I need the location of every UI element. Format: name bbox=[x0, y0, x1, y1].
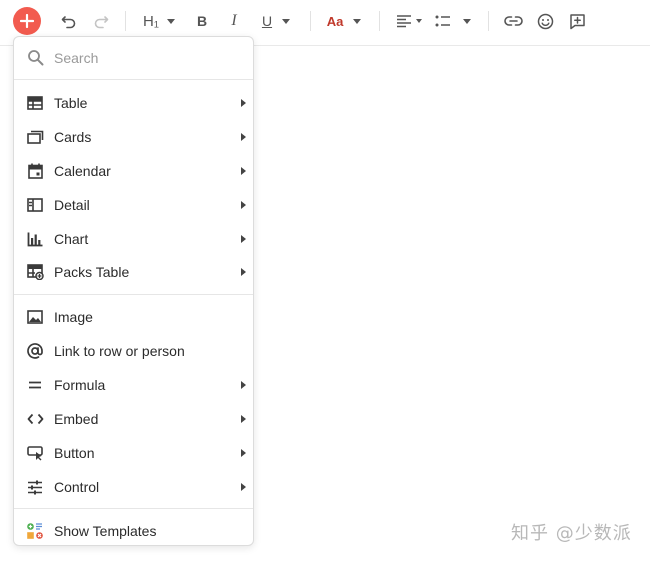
menu-item-label: Show Templates bbox=[54, 523, 157, 539]
menu-item-label: Calendar bbox=[54, 163, 111, 179]
menu-item-detail[interactable]: Detail bbox=[14, 188, 253, 222]
menu-item-label: Control bbox=[54, 479, 100, 495]
text-style-label: Aa bbox=[326, 13, 344, 29]
menu-item-label: Detail bbox=[54, 197, 90, 213]
embed-icon bbox=[26, 410, 44, 428]
menu-item-chart[interactable]: Chart bbox=[14, 222, 253, 256]
list-dropdown[interactable] bbox=[433, 8, 473, 34]
chevron-right-icon bbox=[241, 167, 246, 175]
plus-icon bbox=[20, 14, 34, 28]
menu-item-label: Embed bbox=[54, 411, 99, 427]
templates-icon bbox=[26, 522, 44, 540]
menu-item-label: Chart bbox=[54, 231, 89, 247]
chevron-right-icon bbox=[241, 268, 246, 276]
toolbar-divider bbox=[310, 11, 311, 31]
toolbar-divider bbox=[125, 11, 126, 31]
chevron-down-icon bbox=[166, 18, 175, 24]
chevron-right-icon bbox=[241, 201, 246, 209]
menu-item-table[interactable]: Table bbox=[14, 86, 253, 120]
link-button[interactable] bbox=[502, 8, 524, 34]
heading-dropdown[interactable]: H₁ bbox=[138, 8, 180, 34]
redo-icon bbox=[94, 16, 109, 29]
insert-menu: Table Cards Calendar Detail Chart Packs bbox=[13, 36, 254, 546]
italic-label: I bbox=[231, 12, 237, 29]
toolbar-divider bbox=[488, 11, 489, 31]
at-icon bbox=[26, 342, 44, 360]
menu-divider bbox=[14, 508, 253, 509]
align-left-icon bbox=[397, 15, 411, 28]
chevron-right-icon bbox=[241, 415, 246, 423]
undo-icon bbox=[61, 16, 76, 29]
chevron-right-icon bbox=[241, 483, 246, 491]
packs-table-icon bbox=[26, 263, 44, 281]
table-icon bbox=[26, 94, 44, 112]
underline-label: U bbox=[261, 13, 273, 29]
chevron-down-icon bbox=[353, 18, 362, 24]
underline-dropdown[interactable]: U bbox=[255, 8, 297, 34]
toolbar-divider bbox=[379, 11, 380, 31]
menu-search bbox=[14, 37, 253, 80]
bold-label: B bbox=[196, 13, 208, 29]
detail-icon bbox=[26, 196, 44, 214]
menu-item-cards[interactable]: Cards bbox=[14, 120, 253, 154]
menu-item-label: Image bbox=[54, 309, 93, 325]
menu-item-image[interactable]: Image bbox=[14, 300, 253, 334]
chevron-down-icon bbox=[282, 18, 291, 24]
menu-item-packs-table[interactable]: Packs Table bbox=[14, 255, 253, 289]
chevron-right-icon bbox=[241, 235, 246, 243]
chevron-down-icon bbox=[463, 18, 471, 24]
menu-item-control[interactable]: Control bbox=[14, 470, 253, 504]
insert-button[interactable] bbox=[13, 7, 41, 35]
bold-button[interactable]: B bbox=[192, 8, 212, 34]
menu-item-show-templates[interactable]: Show Templates bbox=[14, 514, 253, 545]
chevron-right-icon bbox=[241, 99, 246, 107]
undo-button[interactable] bbox=[58, 8, 80, 34]
emoji-button[interactable] bbox=[534, 8, 556, 34]
menu-item-label: Formula bbox=[54, 377, 106, 393]
chevron-right-icon bbox=[241, 381, 246, 389]
chevron-down-icon bbox=[416, 19, 422, 23]
menu-item-label: Packs Table bbox=[54, 264, 130, 280]
align-dropdown[interactable] bbox=[393, 8, 425, 34]
menu-divider bbox=[14, 294, 253, 295]
menu-item-label: Link to row or person bbox=[54, 343, 185, 359]
heading-label: H₁ bbox=[143, 12, 159, 30]
menu-item-link-to-row[interactable]: Link to row or person bbox=[14, 334, 253, 368]
bullet-list-icon bbox=[435, 15, 450, 27]
redo-button[interactable] bbox=[90, 8, 112, 34]
formula-icon bbox=[26, 376, 44, 394]
add-comment-icon bbox=[569, 13, 585, 29]
menu-item-label: Cards bbox=[54, 129, 92, 145]
search-input[interactable] bbox=[54, 46, 239, 70]
chart-icon bbox=[26, 230, 44, 248]
cards-icon bbox=[26, 128, 44, 146]
search-icon bbox=[27, 49, 45, 72]
menu-item-label: Button bbox=[54, 445, 95, 461]
control-icon bbox=[26, 478, 44, 496]
calendar-icon bbox=[26, 162, 44, 180]
menu-item-calendar[interactable]: Calendar bbox=[14, 154, 253, 188]
chevron-right-icon bbox=[241, 449, 246, 457]
watermark: 知乎 @少数派 bbox=[511, 523, 632, 544]
italic-button[interactable]: I bbox=[224, 8, 244, 34]
menu-item-embed[interactable]: Embed bbox=[14, 402, 253, 436]
menu-item-formula[interactable]: Formula bbox=[14, 368, 253, 402]
menu-item-label: Table bbox=[54, 95, 88, 111]
chevron-right-icon bbox=[241, 133, 246, 141]
emoji-icon bbox=[537, 13, 553, 29]
button-icon bbox=[26, 444, 44, 462]
image-icon bbox=[26, 308, 44, 326]
text-style-dropdown[interactable]: Aa bbox=[324, 8, 364, 34]
link-icon bbox=[503, 16, 523, 26]
add-comment-button[interactable] bbox=[566, 8, 588, 34]
menu-item-button[interactable]: Button bbox=[14, 436, 253, 470]
